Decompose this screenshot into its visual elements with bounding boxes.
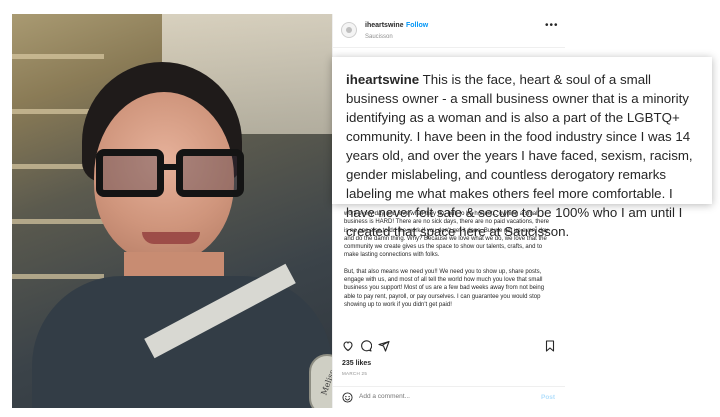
callout-caption: iheartswine This is the face, heart & so… [346, 70, 698, 241]
name-badge-text: Meliss [319, 368, 332, 397]
caption-callout: iheartswine This is the face, heart & so… [332, 57, 712, 239]
post-photo[interactable]: Meliss [12, 14, 332, 408]
caption-paragraph: But, that also means we need you!! We ne… [344, 268, 545, 308]
glasses-left-lens [96, 149, 164, 197]
post-date: MARCH 25 [342, 371, 368, 376]
callout-body: This is the face, heart & soul of a smal… [346, 72, 693, 239]
emoji-icon[interactable] [342, 392, 353, 403]
photo-shelf [12, 54, 104, 59]
post-location[interactable]: Saucisson [365, 34, 393, 40]
post-header: iheartswine • Follow Saucisson ••• [333, 14, 565, 48]
post-username[interactable]: iheartswine [365, 22, 404, 29]
photo-shelf [12, 274, 104, 279]
action-bar [333, 340, 565, 354]
bookmark-icon[interactable] [544, 340, 556, 352]
photo-smile [142, 232, 200, 244]
header-separator: • [400, 22, 403, 29]
likes-count[interactable]: 235 likes [342, 360, 371, 367]
photo-shelf [12, 219, 104, 224]
share-icon[interactable] [378, 340, 390, 352]
glasses-bridge [164, 164, 180, 170]
follow-button[interactable]: Follow [406, 22, 428, 29]
comment-bar: Post [333, 386, 565, 408]
more-options-icon[interactable]: ••• [545, 20, 559, 31]
comment-icon[interactable] [360, 340, 372, 352]
glasses-right-lens [176, 149, 244, 197]
post-comment-button[interactable]: Post [541, 394, 555, 401]
name-badge: Meliss [309, 354, 332, 408]
heart-icon[interactable] [342, 340, 354, 352]
avatar[interactable] [341, 22, 357, 38]
callout-username[interactable]: iheartswine [346, 72, 419, 87]
comment-input[interactable] [359, 393, 529, 400]
